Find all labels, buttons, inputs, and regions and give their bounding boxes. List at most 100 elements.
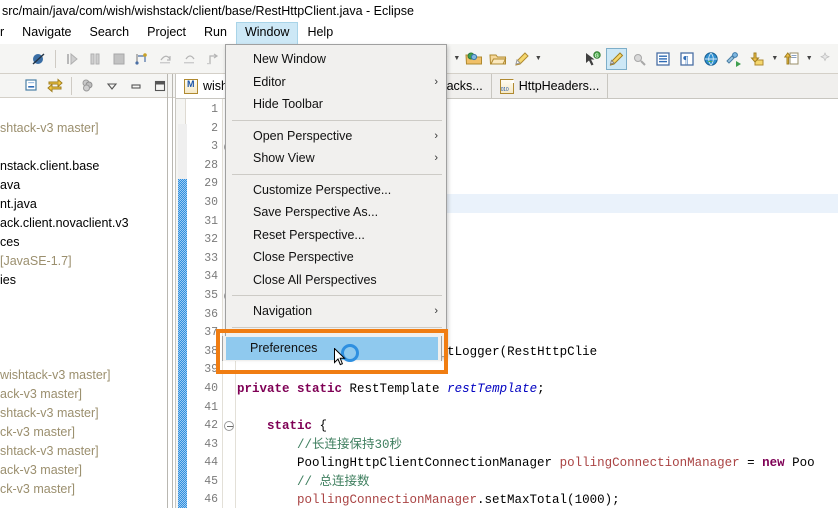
menu-item-project[interactable]: Project: [138, 22, 195, 44]
minimize-icon[interactable]: [125, 75, 147, 97]
import-icon[interactable]: [747, 48, 769, 70]
overview-ruler-thumb[interactable]: [178, 179, 187, 508]
package-explorer-row: [0, 309, 175, 328]
code-line[interactable]: [237, 399, 838, 418]
pen-dropdown-arrow[interactable]: ▼: [533, 48, 544, 70]
window-menu-item[interactable]: Hide Toolbar: [226, 93, 446, 116]
open-folder-green-icon[interactable]: [463, 48, 485, 70]
open-type-icon[interactable]: G: [582, 48, 604, 70]
open-web-browser-icon[interactable]: [700, 48, 722, 70]
skip-breakpoints-icon[interactable]: [28, 48, 50, 70]
line-number: 39: [204, 363, 218, 377]
sparkle-icon[interactable]: [816, 48, 838, 70]
package-explorer-row: [0, 328, 175, 347]
open-folder-icon[interactable]: [487, 48, 509, 70]
step-into-icon[interactable]: [132, 48, 154, 70]
code-token: private static: [237, 381, 350, 396]
show-whitespace-icon[interactable]: ¶: [676, 48, 698, 70]
package-explorer-row[interactable]: ck-v3 master]: [0, 480, 175, 499]
window-menu-item-label: Customize Perspective...: [253, 182, 392, 197]
step-out-icon[interactable]: [202, 48, 224, 70]
import-dropdown-arrow[interactable]: ▼: [769, 48, 780, 70]
window-menu-item[interactable]: Close Perspective: [226, 246, 446, 269]
highlight-pen-icon[interactable]: [510, 48, 532, 70]
window-menu-item-label: Open Perspective: [253, 128, 353, 143]
fold-marker-slot[interactable]: [223, 417, 235, 436]
panel-splitter-left[interactable]: [167, 74, 168, 508]
line-number: 34: [204, 270, 218, 284]
package-explorer-row[interactable]: ava: [0, 176, 175, 195]
menu-item-preferences[interactable]: Preferences: [226, 337, 438, 360]
code-line[interactable]: static {: [237, 417, 838, 436]
submenu-arrow-icon: ›: [434, 129, 438, 142]
line-number: 36: [204, 307, 218, 321]
package-explorer-row[interactable]: nstack.client.base: [0, 157, 175, 176]
code-line[interactable]: // 总连接数: [237, 473, 838, 492]
window-title: src/main/java/com/wish/wishstack/client/…: [2, 4, 414, 18]
view-menu-icon[interactable]: [101, 75, 123, 97]
code-line[interactable]: //长连接保持30秒: [237, 436, 838, 455]
package-explorer-row[interactable]: shtack-v3 master]: [0, 404, 175, 423]
step-return-icon[interactable]: [179, 48, 201, 70]
menu-item-run[interactable]: Run: [195, 22, 236, 44]
code-token: {: [312, 419, 328, 434]
package-explorer-row[interactable]: ack-v3 master]: [0, 385, 175, 404]
outline-view-icon[interactable]: [653, 48, 675, 70]
package-explorer-row[interactable]: ack.client.novaclient.v3: [0, 214, 175, 233]
code-line[interactable]: [237, 361, 838, 380]
window-menu-item[interactable]: Show View ›: [226, 147, 446, 170]
package-explorer-row[interactable]: shtack-v3 master]: [0, 442, 175, 461]
package-explorer-row[interactable]: ck-v3 master]: [0, 423, 175, 442]
collapse-all-icon[interactable]: [20, 75, 42, 97]
search-gray-icon[interactable]: [629, 48, 651, 70]
panel-splitter-right[interactable]: [172, 74, 173, 508]
menu-item-0[interactable]: r: [0, 22, 13, 44]
new-wizard-dropdown-arrow[interactable]: ▼: [451, 48, 462, 70]
window-menu-item[interactable]: Navigation ›: [226, 300, 446, 323]
package-explorer-row: [0, 138, 175, 157]
menu-item-search[interactable]: Search: [81, 22, 139, 44]
package-explorer-row[interactable]: wishtack-v3 master]: [0, 366, 175, 385]
fold-marker-slot: [223, 380, 235, 399]
code-line[interactable]: PoolingHttpClientConnectionManager polli…: [237, 454, 838, 473]
menu-item-navigate[interactable]: Navigate: [13, 22, 80, 44]
menu-item-help[interactable]: Help: [298, 22, 342, 44]
window-menu-item[interactable]: Reset Perspective...: [226, 224, 446, 247]
line-number: 1: [211, 103, 218, 116]
editor-tab-label: HttpHeaders...: [518, 79, 600, 93]
menu-item-window[interactable]: Window: [235, 22, 299, 44]
step-over-icon[interactable]: [155, 48, 177, 70]
package-explorer-row[interactable]: [JavaSE-1.7]: [0, 252, 175, 271]
window-menu-item-label: Show View: [253, 151, 315, 165]
external-tools-icon[interactable]: [723, 48, 745, 70]
code-line[interactable]: pollingConnectionManager.setMaxTotal(100…: [237, 491, 838, 508]
line-number: 29: [204, 177, 218, 191]
fold-collapse-icon[interactable]: [224, 421, 234, 432]
toggle-mark-occurrences-icon[interactable]: [605, 47, 628, 70]
window-menu-item[interactable]: Close All Perspectives: [226, 269, 446, 292]
terminate-icon[interactable]: [108, 48, 130, 70]
link-with-editor-icon[interactable]: [44, 75, 66, 97]
package-explorer-row[interactable]: ies: [0, 271, 175, 290]
package-explorer-tree[interactable]: shtack-v3 master] nstack.client.base ava n…: [0, 98, 175, 508]
filters-icon[interactable]: [77, 75, 99, 97]
code-line[interactable]: private static RestTemplate restTemplate…: [237, 380, 838, 399]
window-menu-item[interactable]: Customize Perspective...: [226, 179, 446, 202]
editor-overview-ruler[interactable]: [176, 99, 187, 508]
suspend-icon[interactable]: [85, 48, 107, 70]
editor-tab[interactable]: HttpHeaders...: [491, 74, 609, 98]
resume-icon[interactable]: [61, 48, 83, 70]
window-menu-item[interactable]: Open Perspective ›: [226, 125, 446, 148]
export-dropdown-arrow[interactable]: ▼: [804, 48, 815, 70]
package-explorer-row[interactable]: nt.java: [0, 195, 175, 214]
package-explorer-row[interactable]: shtack-v3 master]: [0, 119, 175, 138]
package-explorer-row[interactable]: ack-v3 master]: [0, 461, 175, 480]
window-menu-item[interactable]: Editor ›: [226, 71, 446, 94]
fold-marker-slot: [223, 491, 235, 508]
package-explorer-row[interactable]: ces: [0, 233, 175, 252]
export-icon[interactable]: [781, 48, 803, 70]
fold-marker-slot: [223, 454, 235, 473]
line-number: 45: [204, 474, 218, 488]
window-menu-item[interactable]: New Window: [226, 48, 446, 71]
window-menu-item[interactable]: Save Perspective As...: [226, 201, 446, 224]
